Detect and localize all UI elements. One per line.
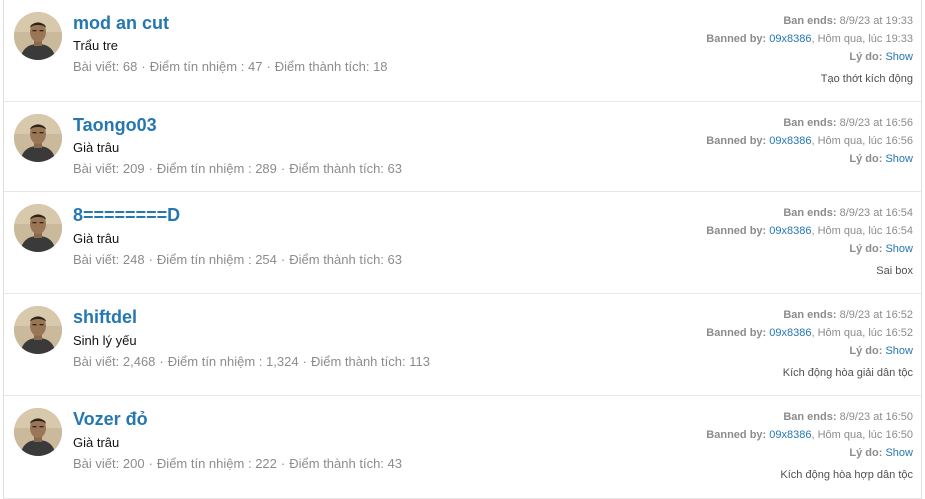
list-item: Vozer đỏ Già trâu Bài viết: 200 · Điểm tín…	[4, 396, 921, 499]
show-reason-link[interactable]: Show	[885, 447, 913, 459]
list-item: Taongo03 Già trâu Bài viết: 209 · Điểm tín…	[4, 102, 921, 192]
user-stats: Bài viết: 2,468 · Điểm tín nhiệm : 1,324 · Đ…	[73, 354, 430, 369]
list-item: shiftdel Sinh lý yếu Bài viết: 2,468 · Điể…	[4, 294, 921, 396]
show-reason-link[interactable]: Show	[885, 51, 913, 63]
ban-details: Ban ends: 8/9/23 at 16:56 Banned by: 09x…	[706, 117, 913, 165]
username-link[interactable]: 8========D	[73, 204, 180, 226]
list-item: 8========D Già trâu Bài viết: 248 · Điểm t…	[4, 192, 921, 294]
show-reason-link[interactable]: Show	[885, 243, 913, 255]
list-item: mod an cut Trẩu tre Bài viết: 68 · Điểm tí…	[4, 0, 921, 102]
banned-by-link[interactable]: 09x8386	[769, 429, 811, 441]
user-title: Già trâu	[73, 435, 120, 450]
ban-reason: Tạo thớt kích động	[820, 73, 913, 85]
avatar[interactable]	[14, 306, 62, 354]
ban-details: Ban ends: 8/9/23 at 19:33 Banned by: 09x…	[706, 12, 913, 88]
banned-by-link[interactable]: 09x8386	[769, 33, 811, 45]
ban-details: Ban ends: 8/9/23 at 16:54 Banned by: 09x…	[706, 204, 913, 280]
banned-by-link[interactable]: 09x8386	[769, 225, 811, 237]
user-stats: Bài viết: 200 · Điểm tín nhiệm : 222 · Điểm …	[73, 456, 402, 471]
ban-details: Ban ends: 8/9/23 at 16:52 Banned by: 09x…	[706, 306, 913, 382]
banned-by-link[interactable]: 09x8386	[769, 327, 811, 339]
ban-reason: Kích động hòa hợp dân tộc	[780, 469, 913, 481]
user-stats: Bài viết: 209 · Điểm tín nhiệm : 289 · Điểm …	[73, 161, 402, 176]
banned-by-link[interactable]: 09x8386	[769, 135, 811, 147]
user-title: Trẩu tre	[73, 38, 119, 53]
user-stats: Bài viết: 68 · Điểm tín nhiệm : 47 · Điểm th…	[73, 59, 388, 74]
show-reason-link[interactable]: Show	[885, 345, 913, 357]
user-stats: Bài viết: 248 · Điểm tín nhiệm : 254 · Điểm …	[73, 252, 402, 267]
avatar[interactable]	[14, 204, 62, 252]
show-reason-link[interactable]: Show	[885, 153, 913, 165]
user-title: Già trâu	[73, 231, 120, 246]
avatar[interactable]	[14, 12, 62, 60]
avatar[interactable]	[14, 408, 62, 456]
username-link[interactable]: Taongo03	[73, 114, 157, 136]
username-link[interactable]: shiftdel	[73, 306, 137, 328]
banned-users-list: mod an cut Trẩu tre Bài viết: 68 · Điểm tí…	[3, 0, 922, 499]
ban-reason: Sai box	[876, 265, 913, 277]
avatar[interactable]	[14, 114, 62, 162]
username-link[interactable]: Vozer đỏ	[73, 408, 148, 430]
user-title: Già trâu	[73, 140, 120, 155]
ban-details: Ban ends: 8/9/23 at 16:50 Banned by: 09x…	[706, 408, 913, 484]
username-link[interactable]: mod an cut	[73, 12, 169, 34]
ban-reason: Kích động hòa giải dân tộc	[782, 367, 913, 379]
user-title: Sinh lý yếu	[73, 333, 137, 348]
